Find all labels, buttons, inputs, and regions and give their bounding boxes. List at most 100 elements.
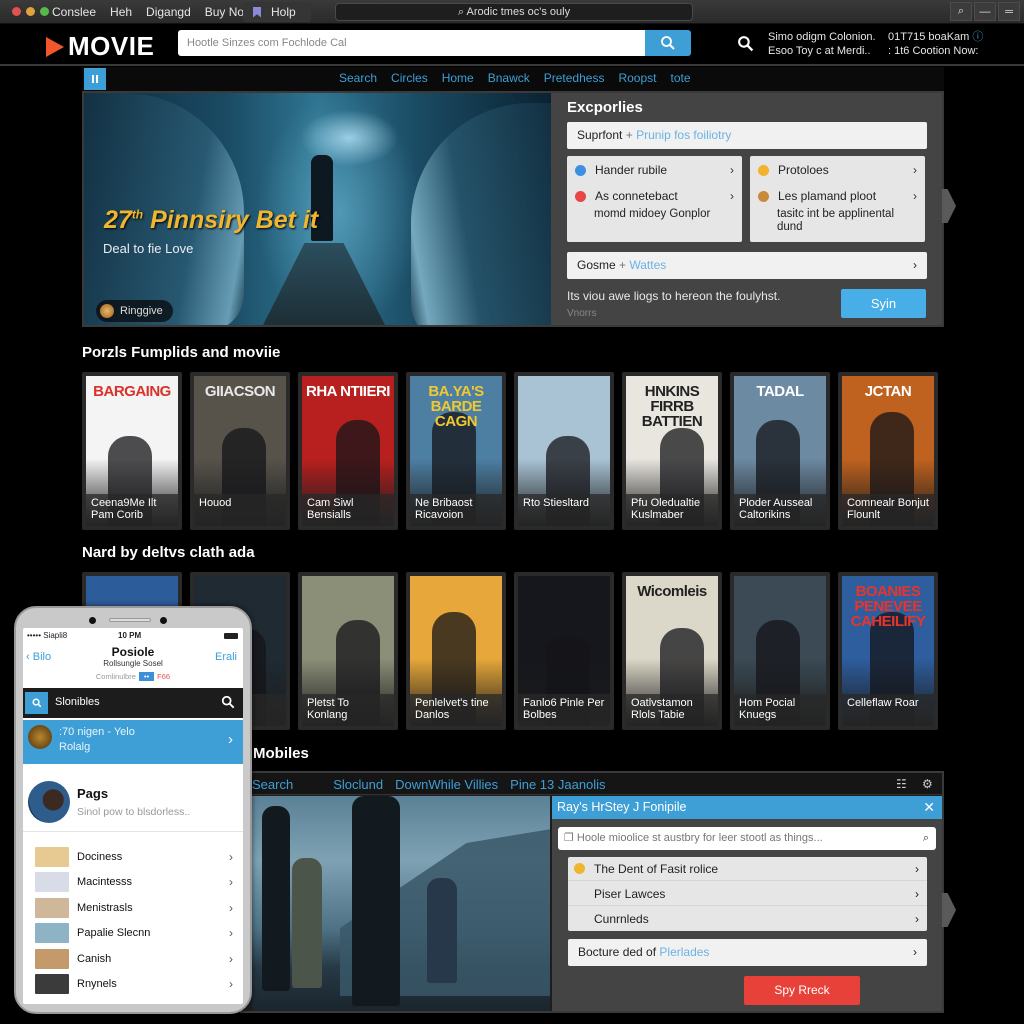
minimize-window-button[interactable] (26, 7, 35, 16)
search-input[interactable]: Hootle Sinzes com Fochlode Cal (178, 30, 645, 56)
movie-poster[interactable]: TADAL Ploder Ausseal Caltorikins (730, 372, 830, 530)
poster-art: TADAL Ploder Ausseal Caltorikins (734, 376, 826, 526)
detail-panel: Ray's HrStey J Fonipile ✕ ❐ Hoole miooli… (552, 796, 942, 1011)
nav-link[interactable]: Search (339, 71, 377, 85)
feature-image[interactable] (252, 796, 550, 1011)
poster-caption: Rto Stiesltard (518, 494, 610, 526)
row-accent: Wattes (629, 258, 667, 272)
phone-list: Dociness › Macintesss › Menistrasls › Papalie … (23, 844, 243, 997)
movie-poster[interactable]: Pletst To Konlang (298, 572, 398, 730)
pause-button[interactable] (84, 68, 106, 90)
menu-item[interactable]: Digangd (146, 5, 191, 19)
card-item[interactable]: As connetebact › (575, 186, 734, 206)
hero-badge[interactable]: Ringgive (96, 300, 173, 322)
profile-item[interactable]: Pags Sinol pow to blsdorless.. (23, 776, 243, 832)
search-icon[interactable] (221, 695, 235, 714)
poster-art: BOANIES PENEVEE CAHEILIFY Celleflaw Roar (842, 576, 934, 726)
close-icon[interactable]: ✕ (923, 796, 935, 819)
search-icon[interactable]: ⌕ (950, 2, 972, 21)
section-nav-link[interactable]: Search (252, 777, 293, 792)
sign-in-button[interactable]: Syin (841, 289, 926, 318)
header-search-button[interactable] (737, 35, 754, 57)
movie-poster[interactable]: BOANIES PENEVEE CAHEILIFY Celleflaw Roar (838, 572, 938, 730)
menu-item-help[interactable]: Holp (243, 2, 311, 22)
phone-status-bar: ••••• Siapli8 10 PM (23, 631, 243, 643)
chevron-right-icon: › (229, 977, 233, 992)
featured-item[interactable]: :70 nigen - Yelo Rolalg › (23, 720, 243, 764)
section-nav-link[interactable]: DownWhile Villies (395, 777, 498, 792)
poster-title-art: BA.YA'S BARDE CAGN (428, 383, 484, 430)
movie-poster[interactable]: BARGAING Ceena9Me Ilt Pam Corib (82, 372, 182, 530)
movie-poster[interactable]: GIIACSON Houod (190, 372, 290, 530)
movie-poster[interactable]: JCTAN Comnealr Bonjut Flounlt (838, 372, 938, 530)
card-item[interactable]: Protoloes › (758, 160, 917, 180)
card-item-label: Hander rubile (595, 163, 668, 177)
pause-icon-bar (96, 75, 98, 83)
nav-link[interactable]: Circles (391, 71, 428, 85)
thumbnail (35, 923, 69, 944)
search-button[interactable] (645, 30, 691, 56)
next-arrow-button[interactable] (942, 893, 956, 927)
header-account-info[interactable]: 01T715 boaKam ⓘ : 1t6 Cootion Now: (888, 30, 983, 58)
phone-list-label: Papalie Slecnn (77, 927, 151, 940)
hero-section: 27th Pinnsiry Bet it Deal to fie Love Ri… (82, 91, 944, 327)
movie-poster[interactable]: BA.YA'S BARDE CAGN Ne Bribaost Ricavoion (406, 372, 506, 530)
list-item[interactable]: Piser Lawces › (568, 882, 927, 906)
movie-poster[interactable]: HNKINS FIRRB BATTIEN Pfu Oledualtie Kuslm… (622, 372, 722, 530)
nav-link[interactable]: Roopst (618, 71, 656, 85)
list-item[interactable]: The Dent of Fasit rolice › (568, 857, 927, 881)
search-icon[interactable]: ⌕ (923, 827, 929, 850)
card-item[interactable]: Les plamand ploot › (758, 186, 917, 206)
movie-poster[interactable]: Penlelvet's tine Danlos (406, 572, 506, 730)
explore-row[interactable]: Suprfont + Prunip fos foiliotry (567, 122, 927, 149)
feature-art-person (427, 878, 457, 983)
panel-search-input[interactable]: ❐ Hoole mioolice st austbry for leer sto… (558, 827, 936, 850)
meta-label: Comlinulbre (95, 672, 136, 681)
status-dot-icon (575, 190, 586, 202)
phone-list-item[interactable]: Macintesss › (23, 870, 243, 896)
card-subtext: tasitc int be applinental dund (777, 208, 894, 233)
settings-icon[interactable]: ⚙ (922, 777, 933, 791)
phone-mockup: ••••• Siapli8 10 PM ‹ Bilo Posiole Erali… (14, 606, 252, 1014)
movie-poster[interactable]: Fanlo6 Pinle Per Bolbes (514, 572, 614, 730)
nav-links: Search Circles Home Bnawck Pretedhess Ro… (339, 71, 691, 85)
nav-link[interactable]: Bnawck (488, 71, 530, 85)
zoom-window-button[interactable] (40, 7, 49, 16)
phone-list-item[interactable]: Canish › (23, 946, 243, 972)
nav-link[interactable]: tote (670, 71, 690, 85)
explore-row[interactable]: Gosme + Wattes › (567, 252, 927, 279)
chevron-right-icon: › (915, 861, 919, 876)
menu-icon[interactable]: ═ (998, 2, 1020, 21)
address-bar[interactable]: ⌕ Arodic tmes oc's ouly (335, 3, 693, 21)
movie-poster[interactable]: Rto Stiesltard (514, 372, 614, 530)
phone-list-item[interactable]: Menistrasls › (23, 895, 243, 921)
movie-poster[interactable]: RHA NTIIERI Cam Siwl Bensialls (298, 372, 398, 530)
hero-banner-image[interactable]: 27th Pinnsiry Bet it Deal to fie Love Ri… (84, 93, 551, 325)
hero-title-number: 27 (104, 206, 132, 234)
phone-list-item[interactable]: Rnynels › (23, 972, 243, 998)
card-item[interactable]: Hander rubile › (575, 160, 734, 180)
minimize-icon[interactable]: — (974, 2, 996, 21)
close-window-button[interactable] (12, 7, 21, 16)
menu-item[interactable]: Heh (110, 5, 132, 19)
nav-link[interactable]: Home (442, 71, 474, 85)
next-arrow-button[interactable] (942, 189, 956, 223)
phone-list-item[interactable]: Dociness › (23, 844, 243, 870)
section-nav-link[interactable]: Sloclund (333, 777, 383, 792)
list-item[interactable]: Cunrnleds › (568, 907, 927, 931)
search-icon[interactable] (25, 692, 48, 714)
logo[interactable]: MOVIE (46, 31, 154, 62)
movie-poster[interactable]: Wicomleis Oatlvstamon Rlols Tabie (622, 572, 722, 730)
menu-item[interactable]: Conslee (52, 5, 96, 19)
phone-search-bar[interactable]: Slonibles (23, 688, 243, 718)
help-circle-icon[interactable]: ⓘ (972, 31, 983, 43)
section-nav-link[interactable]: Pine 13 Jaanolis (510, 777, 605, 792)
spy-button[interactable]: Spy Rreck (744, 976, 860, 1005)
movie-poster[interactable]: Hom Pocial Knuegs (730, 572, 830, 730)
poster-row-1: BARGAING Ceena9Me Ilt Pam Corib GIIACSON Ho… (82, 372, 944, 530)
phone-list-item[interactable]: Papalie Slecnn › (23, 921, 243, 947)
panel-row[interactable]: Bocture ded of Plerlades › (568, 939, 927, 966)
nav-link[interactable]: Pretedhess (544, 71, 605, 85)
list-view-icon[interactable]: ☷ (896, 777, 907, 791)
phone-list-label: Canish (77, 952, 112, 965)
